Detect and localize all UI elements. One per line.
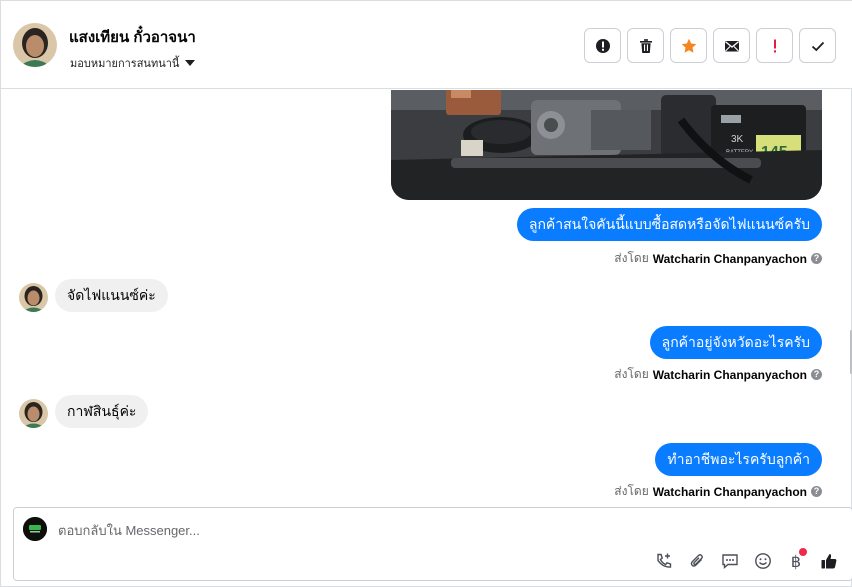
outgoing-message[interactable]: ทำอาชีพอะไรครับลูกค้า (655, 443, 822, 476)
sender-name[interactable]: Watcharin Chanpanyachon (653, 368, 807, 382)
notification-dot (799, 548, 807, 556)
thread-actions-toolbar (584, 28, 836, 63)
outgoing-message[interactable]: ลูกค้าสนใจคันนี้แบบซื้อสดหรือจัดไฟแนนซ์ค… (516, 208, 822, 241)
reply-input[interactable] (58, 520, 758, 540)
svg-text:3K: 3K (731, 134, 744, 145)
caret-down-icon (185, 60, 196, 66)
done-button[interactable] (799, 28, 836, 63)
alert-circle-icon (595, 38, 610, 53)
help-icon[interactable]: ? (811, 486, 822, 497)
paperclip-icon[interactable] (686, 550, 708, 572)
sent-by-prefix: ส่งโดย (614, 367, 649, 381)
help-icon[interactable]: ? (811, 253, 822, 264)
assign-label: มอบหมายการสนทนานี้ (70, 58, 180, 70)
composer-tools: ฿ (653, 548, 840, 572)
follow-up-button[interactable] (756, 28, 793, 63)
outgoing-message[interactable]: ลูกค้าอยู่จังหวัดอะไรครับ (649, 326, 822, 359)
page-avatar (23, 517, 47, 541)
phone-plus-icon[interactable] (653, 550, 675, 572)
contact-avatar[interactable] (13, 23, 57, 67)
assign-conversation-dropdown[interactable]: มอบหมายการสนทนานี้ (70, 54, 196, 72)
contact-name[interactable]: แสงเทียน กั๋วอาจนา (69, 25, 196, 49)
star-button[interactable] (670, 28, 707, 63)
sent-by-prefix: ส่งโดย (614, 251, 649, 265)
message-list[interactable]: 3K BATTERY 145 ลูกค้าสนใจคันนี้แบบซื้อสด… (1, 90, 852, 505)
baht-icon[interactable]: ฿ (785, 548, 807, 572)
envelope-icon (724, 40, 739, 51)
star-icon (681, 38, 696, 53)
exclamation-icon (773, 39, 776, 52)
sent-by-label: ส่งโดย Watcharin Chanpanyachon ? (614, 365, 822, 384)
inbox-thread-panel: แสงเทียน กั๋วอาจนา มอบหมายการสนทนานี้ 3K… (0, 0, 852, 587)
message-icon[interactable] (719, 550, 741, 572)
sender-name[interactable]: Watcharin Chanpanyachon (653, 485, 807, 499)
mark-unread-button[interactable] (713, 28, 750, 63)
spam-button[interactable] (584, 28, 621, 63)
thumbs-up-icon[interactable] (818, 550, 840, 572)
sent-by-prefix: ส่งโดย (614, 484, 649, 498)
help-icon[interactable]: ? (811, 369, 822, 380)
delete-button[interactable] (627, 28, 664, 63)
contact-avatar-small[interactable] (19, 399, 48, 428)
sender-name[interactable]: Watcharin Chanpanyachon (653, 252, 807, 266)
reply-composer: ฿ (13, 507, 852, 581)
engine-bay-photo[interactable]: 3K BATTERY 145 (391, 90, 822, 200)
incoming-message[interactable]: จัดไฟแนนซ์ค่ะ (55, 279, 168, 312)
sent-by-label: ส่งโดย Watcharin Chanpanyachon ? (614, 482, 822, 501)
sent-by-label: ส่งโดย Watcharin Chanpanyachon ? (614, 249, 822, 268)
incoming-message[interactable]: กาฬสินธุ์ค่ะ (55, 395, 149, 428)
checkmark-icon (811, 41, 824, 51)
smile-icon[interactable] (752, 550, 774, 572)
contact-avatar-small[interactable] (19, 283, 48, 312)
thread-header: แสงเทียน กั๋วอาจนา มอบหมายการสนทนานี้ (1, 1, 852, 89)
trash-icon (639, 38, 652, 53)
